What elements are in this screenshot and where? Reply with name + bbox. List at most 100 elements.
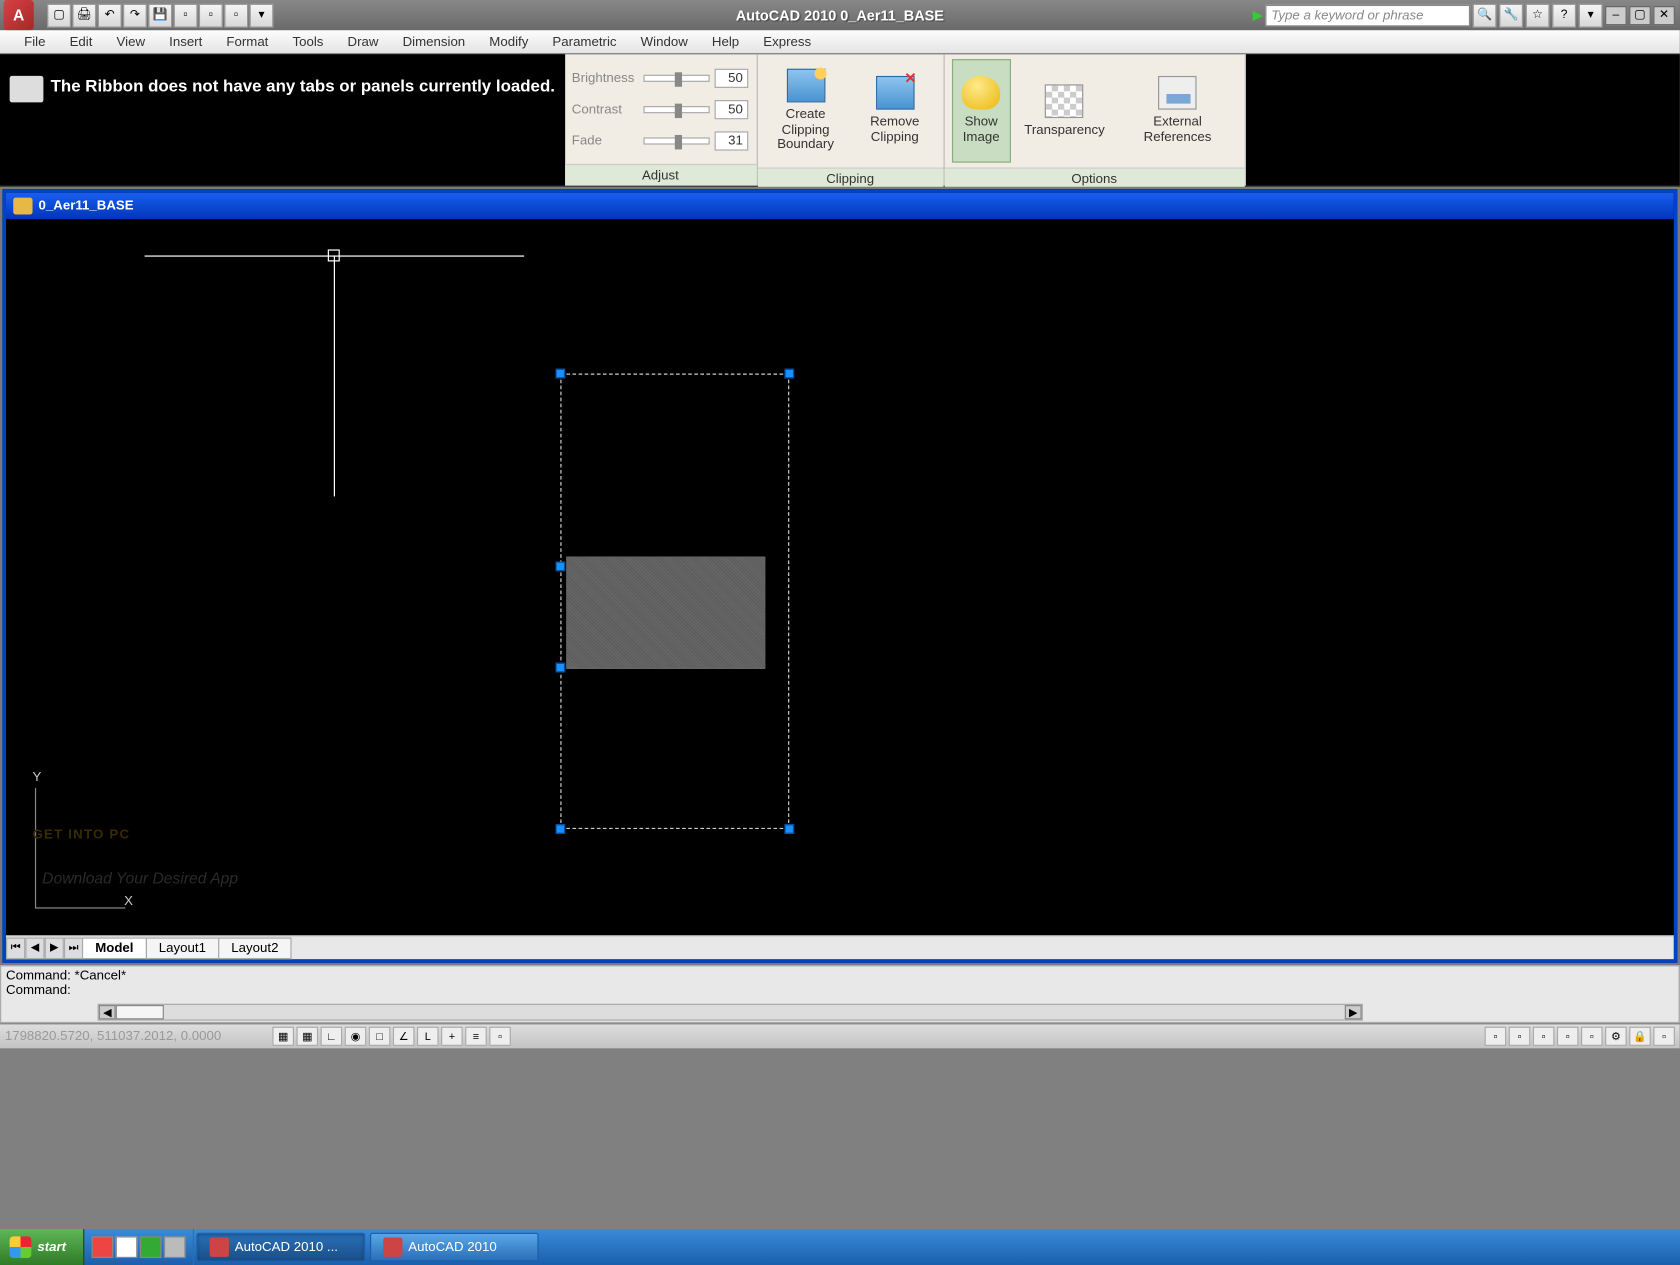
osnap-toggle[interactable]: □ — [369, 1027, 391, 1046]
grid-toggle[interactable]: ▦ — [296, 1027, 318, 1046]
tab-layout1[interactable]: Layout1 — [146, 937, 220, 959]
doc-title: 0_Aer11_BASE — [39, 199, 134, 213]
menu-tools[interactable]: Tools — [280, 32, 335, 51]
snap-toggle[interactable]: ▦ — [272, 1027, 294, 1046]
qp-toggle[interactable]: ▫ — [489, 1027, 511, 1046]
search-input[interactable]: Type a keyword or phrase — [1265, 4, 1470, 26]
ribbon-empty-icon — [10, 76, 44, 103]
menu-view[interactable]: View — [104, 32, 157, 51]
favorite-icon[interactable]: ☆ — [1526, 3, 1550, 27]
qat-dropdown-icon[interactable]: ▾ — [249, 3, 273, 27]
clean-screen[interactable]: ▫ — [1653, 1027, 1675, 1046]
fade-value[interactable]: 31 — [714, 131, 748, 150]
quickview-layouts[interactable]: ▫ — [1509, 1027, 1531, 1046]
taskbar-item[interactable]: AutoCAD 2010 ... — [196, 1233, 365, 1262]
menu-file[interactable]: File — [12, 32, 57, 51]
ucs-y-label: Y — [33, 770, 42, 784]
create-clipping-button[interactable]: Create Clipping Boundary — [765, 59, 847, 163]
close-button[interactable]: ✕ — [1653, 5, 1675, 24]
contrast-slider[interactable] — [643, 105, 709, 112]
ribbon: The Ribbon does not have any tabs or pan… — [0, 54, 1680, 187]
ducs-toggle[interactable]: L — [417, 1027, 439, 1046]
workspace-switching[interactable]: ⚙ — [1605, 1027, 1627, 1046]
grip[interactable] — [556, 562, 566, 572]
polar-toggle[interactable]: ◉ — [345, 1027, 367, 1046]
menu-format[interactable]: Format — [214, 32, 280, 51]
app-icon — [209, 1238, 228, 1257]
new-icon[interactable]: ▢ — [47, 3, 71, 27]
taskbar-item[interactable]: AutoCAD 2010 — [370, 1233, 539, 1262]
brightness-slider[interactable] — [643, 74, 709, 81]
drawing-canvas[interactable]: Y X GET INTO PC Download Your Desired Ap… — [6, 219, 1674, 935]
grip[interactable] — [556, 369, 566, 379]
menu-express[interactable]: Express — [751, 32, 823, 51]
otrack-toggle[interactable]: ∠ — [393, 1027, 415, 1046]
doc-titlebar[interactable]: 0_Aer11_BASE — [6, 193, 1674, 220]
menu-help[interactable]: Help — [700, 32, 751, 51]
quicklaunch-icon[interactable] — [140, 1236, 162, 1258]
crosshair-vertical — [334, 255, 335, 496]
menu-edit[interactable]: Edit — [58, 32, 105, 51]
menu-dimension[interactable]: Dimension — [391, 32, 478, 51]
menu-draw[interactable]: Draw — [335, 32, 390, 51]
command-scrollbar[interactable]: ◀▶ — [98, 1004, 1363, 1021]
open-icon[interactable]: 🖨 — [72, 3, 96, 27]
tab-nav-next[interactable]: ▶ — [45, 937, 64, 959]
infocenter-play-icon[interactable]: ▶ — [1253, 7, 1263, 23]
transparency-button[interactable]: Transparency — [1018, 59, 1111, 163]
model-space-toggle[interactable]: ▫ — [1485, 1027, 1507, 1046]
selection-frame[interactable] — [560, 374, 789, 829]
grip[interactable] — [784, 824, 794, 834]
tab-model[interactable]: Model — [82, 937, 147, 959]
qat-icon[interactable]: ▫ — [224, 3, 248, 27]
quicklaunch-icon[interactable] — [91, 1236, 113, 1258]
quicklaunch-icon[interactable] — [115, 1236, 137, 1258]
grip[interactable] — [784, 369, 794, 379]
windows-taskbar: start AutoCAD 2010 ... AutoCAD 2010 12:3… — [0, 1229, 1680, 1265]
dyn-toggle[interactable]: + — [441, 1027, 463, 1046]
ortho-toggle[interactable]: ∟ — [321, 1027, 343, 1046]
create-clipping-icon — [786, 69, 825, 103]
show-image-button[interactable]: Show Image — [951, 59, 1011, 163]
annotation-scale[interactable]: ▫ — [1557, 1027, 1579, 1046]
grip[interactable] — [556, 663, 566, 673]
app-logo-icon[interactable]: A — [4, 0, 34, 30]
qat-icon[interactable]: ▫ — [199, 3, 223, 27]
coordinate-readout[interactable]: 1798820.5720, 511037.2012, 0.0000 — [5, 1029, 270, 1043]
start-button[interactable]: start — [0, 1229, 84, 1265]
quickview-drawings[interactable]: ▫ — [1533, 1027, 1555, 1046]
command-prompt[interactable]: Command: — [6, 983, 1674, 997]
dropdown-icon[interactable]: ▾ — [1579, 3, 1603, 27]
tab-nav-prev[interactable]: ◀ — [25, 937, 44, 959]
redo-icon[interactable]: ↷ — [123, 3, 147, 27]
save-icon[interactable]: 💾 — [148, 3, 172, 27]
maximize-button[interactable]: ▢ — [1629, 5, 1651, 24]
command-line[interactable]: Command: *Cancel* Command: ◀▶ — [0, 965, 1680, 1023]
menu-insert[interactable]: Insert — [157, 32, 214, 51]
fade-slider[interactable] — [643, 137, 709, 144]
menu-window[interactable]: Window — [629, 32, 700, 51]
tab-nav-last[interactable]: ⏭ — [64, 937, 83, 959]
qat-icon[interactable]: ▫ — [174, 3, 198, 27]
contrast-value[interactable]: 50 — [714, 99, 748, 118]
undo-icon[interactable]: ↶ — [98, 3, 122, 27]
tab-nav-first[interactable]: ⏮ — [6, 937, 25, 959]
key-icon[interactable]: 🔧 — [1499, 3, 1523, 27]
menu-parametric[interactable]: Parametric — [540, 32, 628, 51]
help-icon[interactable]: ? — [1552, 3, 1576, 27]
remove-clipping-button[interactable]: Remove Clipping — [854, 59, 936, 163]
menu-modify[interactable]: Modify — [477, 32, 540, 51]
brightness-value[interactable]: 50 — [714, 68, 748, 87]
external-references-button[interactable]: External References — [1118, 59, 1237, 163]
search-icon[interactable]: 🔍 — [1473, 3, 1497, 27]
toolbar-lock[interactable]: 🔒 — [1629, 1027, 1651, 1046]
quicklaunch-icon[interactable] — [164, 1236, 186, 1258]
layout-tabs: ⏮ ◀ ▶ ⏭ Model Layout1 Layout2 — [6, 935, 1674, 959]
grip[interactable] — [556, 824, 566, 834]
tab-layout2[interactable]: Layout2 — [218, 937, 292, 959]
xref-icon — [1158, 76, 1197, 110]
menubar: File Edit View Insert Format Tools Draw … — [0, 30, 1680, 54]
minimize-button[interactable]: – — [1605, 5, 1627, 24]
annotation-visibility[interactable]: ▫ — [1581, 1027, 1603, 1046]
lwt-toggle[interactable]: ≡ — [465, 1027, 487, 1046]
